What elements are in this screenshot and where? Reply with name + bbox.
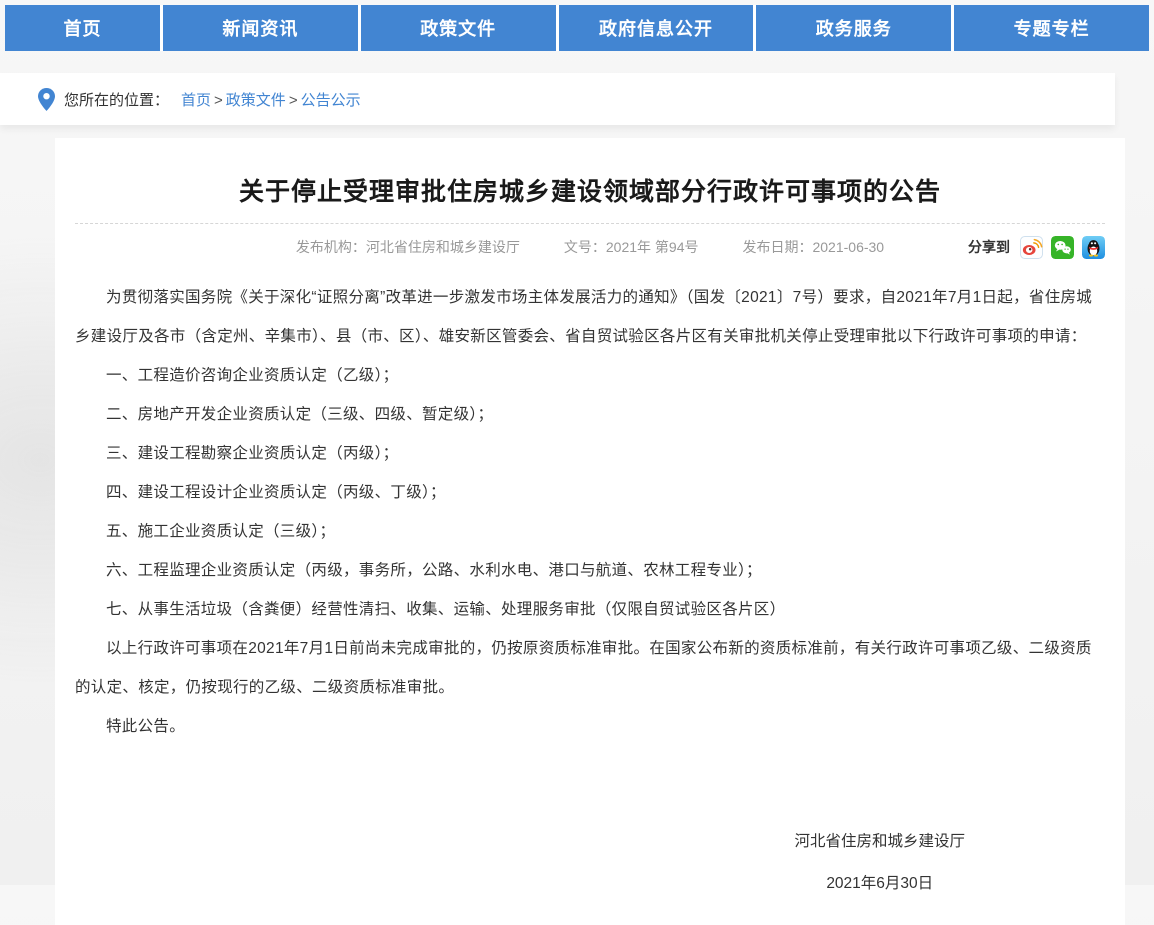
list-item-7: 七、从事生活垃圾（含粪便）经营性清扫、收集、运输、处理服务审批（仅限自贸试验区各… <box>75 590 1105 629</box>
location-pin-icon <box>38 88 55 111</box>
meta-doc-number: 文号：2021年 第94号 <box>564 237 699 257</box>
share-bar: 分享到 <box>968 224 1105 270</box>
article-meta: 发布机构：河北省住房和城乡建设厅 文号：2021年 第94号 发布日期：2021… <box>75 224 1105 270</box>
signature-org: 河北省住房和城乡建设厅 <box>794 821 965 863</box>
list-item-4: 四、建设工程设计企业资质认定（丙级、丁级）； <box>75 473 1105 512</box>
nav-item-gov-info[interactable]: 政府信息公开 <box>559 5 754 51</box>
weibo-icon[interactable] <box>1020 236 1043 259</box>
nav-item-home[interactable]: 首页 <box>5 5 160 51</box>
share-label: 分享到 <box>968 237 1010 257</box>
list-item-2: 二、房地产开发企业资质认定（三级、四级、暂定级）； <box>75 395 1105 434</box>
qq-icon[interactable] <box>1082 236 1105 259</box>
breadcrumb-link-notices[interactable]: 公告公示 <box>301 92 361 109</box>
wechat-icon[interactable] <box>1051 236 1074 259</box>
signature-block: 河北省住房和城乡建设厅 2021年6月30日 <box>794 821 965 905</box>
paragraph-notice: 特此公告。 <box>75 707 1105 746</box>
signature-date: 2021年6月30日 <box>794 863 965 905</box>
article-card: 关于停止受理审批住房城乡建设领域部分行政许可事项的公告 发布机构：河北省住房和城… <box>55 138 1125 925</box>
list-item-1: 一、工程造价咨询企业资质认定（乙级）； <box>75 356 1105 395</box>
list-item-6: 六、工程监理企业资质认定（丙级，事务所，公路、水利水电、港口与航道、农林工程专业… <box>75 551 1105 590</box>
list-item-5: 五、施工企业资质认定（三级）； <box>75 512 1105 551</box>
meta-agency: 发布机构：河北省住房和城乡建设厅 <box>296 237 520 257</box>
top-nav: 首页 新闻资讯 政策文件 政府信息公开 政务服务 专题专栏 <box>5 5 1149 51</box>
nav-item-news[interactable]: 新闻资讯 <box>163 5 358 51</box>
breadcrumb-link-policy[interactable]: 政策文件 <box>226 92 286 109</box>
breadcrumb-separator: > <box>214 92 223 109</box>
breadcrumb-links: 首页>政策文件>公告公示 <box>181 89 361 110</box>
page-title: 关于停止受理审批住房城乡建设领域部分行政许可事项的公告 <box>85 172 1095 208</box>
nav-item-gov-services[interactable]: 政务服务 <box>756 5 951 51</box>
breadcrumb-label: 您所在的位置： <box>64 89 169 110</box>
nav-item-special-columns[interactable]: 专题专栏 <box>954 5 1149 51</box>
article-body: 为贯彻落实国务院《关于深化“证照分离”改革进一步激发市场主体发展活力的通知》（国… <box>75 278 1105 746</box>
breadcrumb-separator: > <box>289 92 298 109</box>
meta-publish-date: 发布日期：2021-06-30 <box>742 237 884 257</box>
paragraph-intro: 为贯彻落实国务院《关于深化“证照分离”改革进一步激发市场主体发展活力的通知》（国… <box>75 278 1105 356</box>
list-item-3: 三、建设工程勘察企业资质认定（丙级）； <box>75 434 1105 473</box>
nav-item-policy-documents[interactable]: 政策文件 <box>361 5 556 51</box>
breadcrumb-link-home[interactable]: 首页 <box>181 92 211 109</box>
breadcrumb: 您所在的位置： 首页>政策文件>公告公示 <box>0 73 1115 125</box>
paragraph-closing: 以上行政许可事项在2021年7月1日前尚未完成审批的，仍按原资质标准审批。在国家… <box>75 629 1105 707</box>
